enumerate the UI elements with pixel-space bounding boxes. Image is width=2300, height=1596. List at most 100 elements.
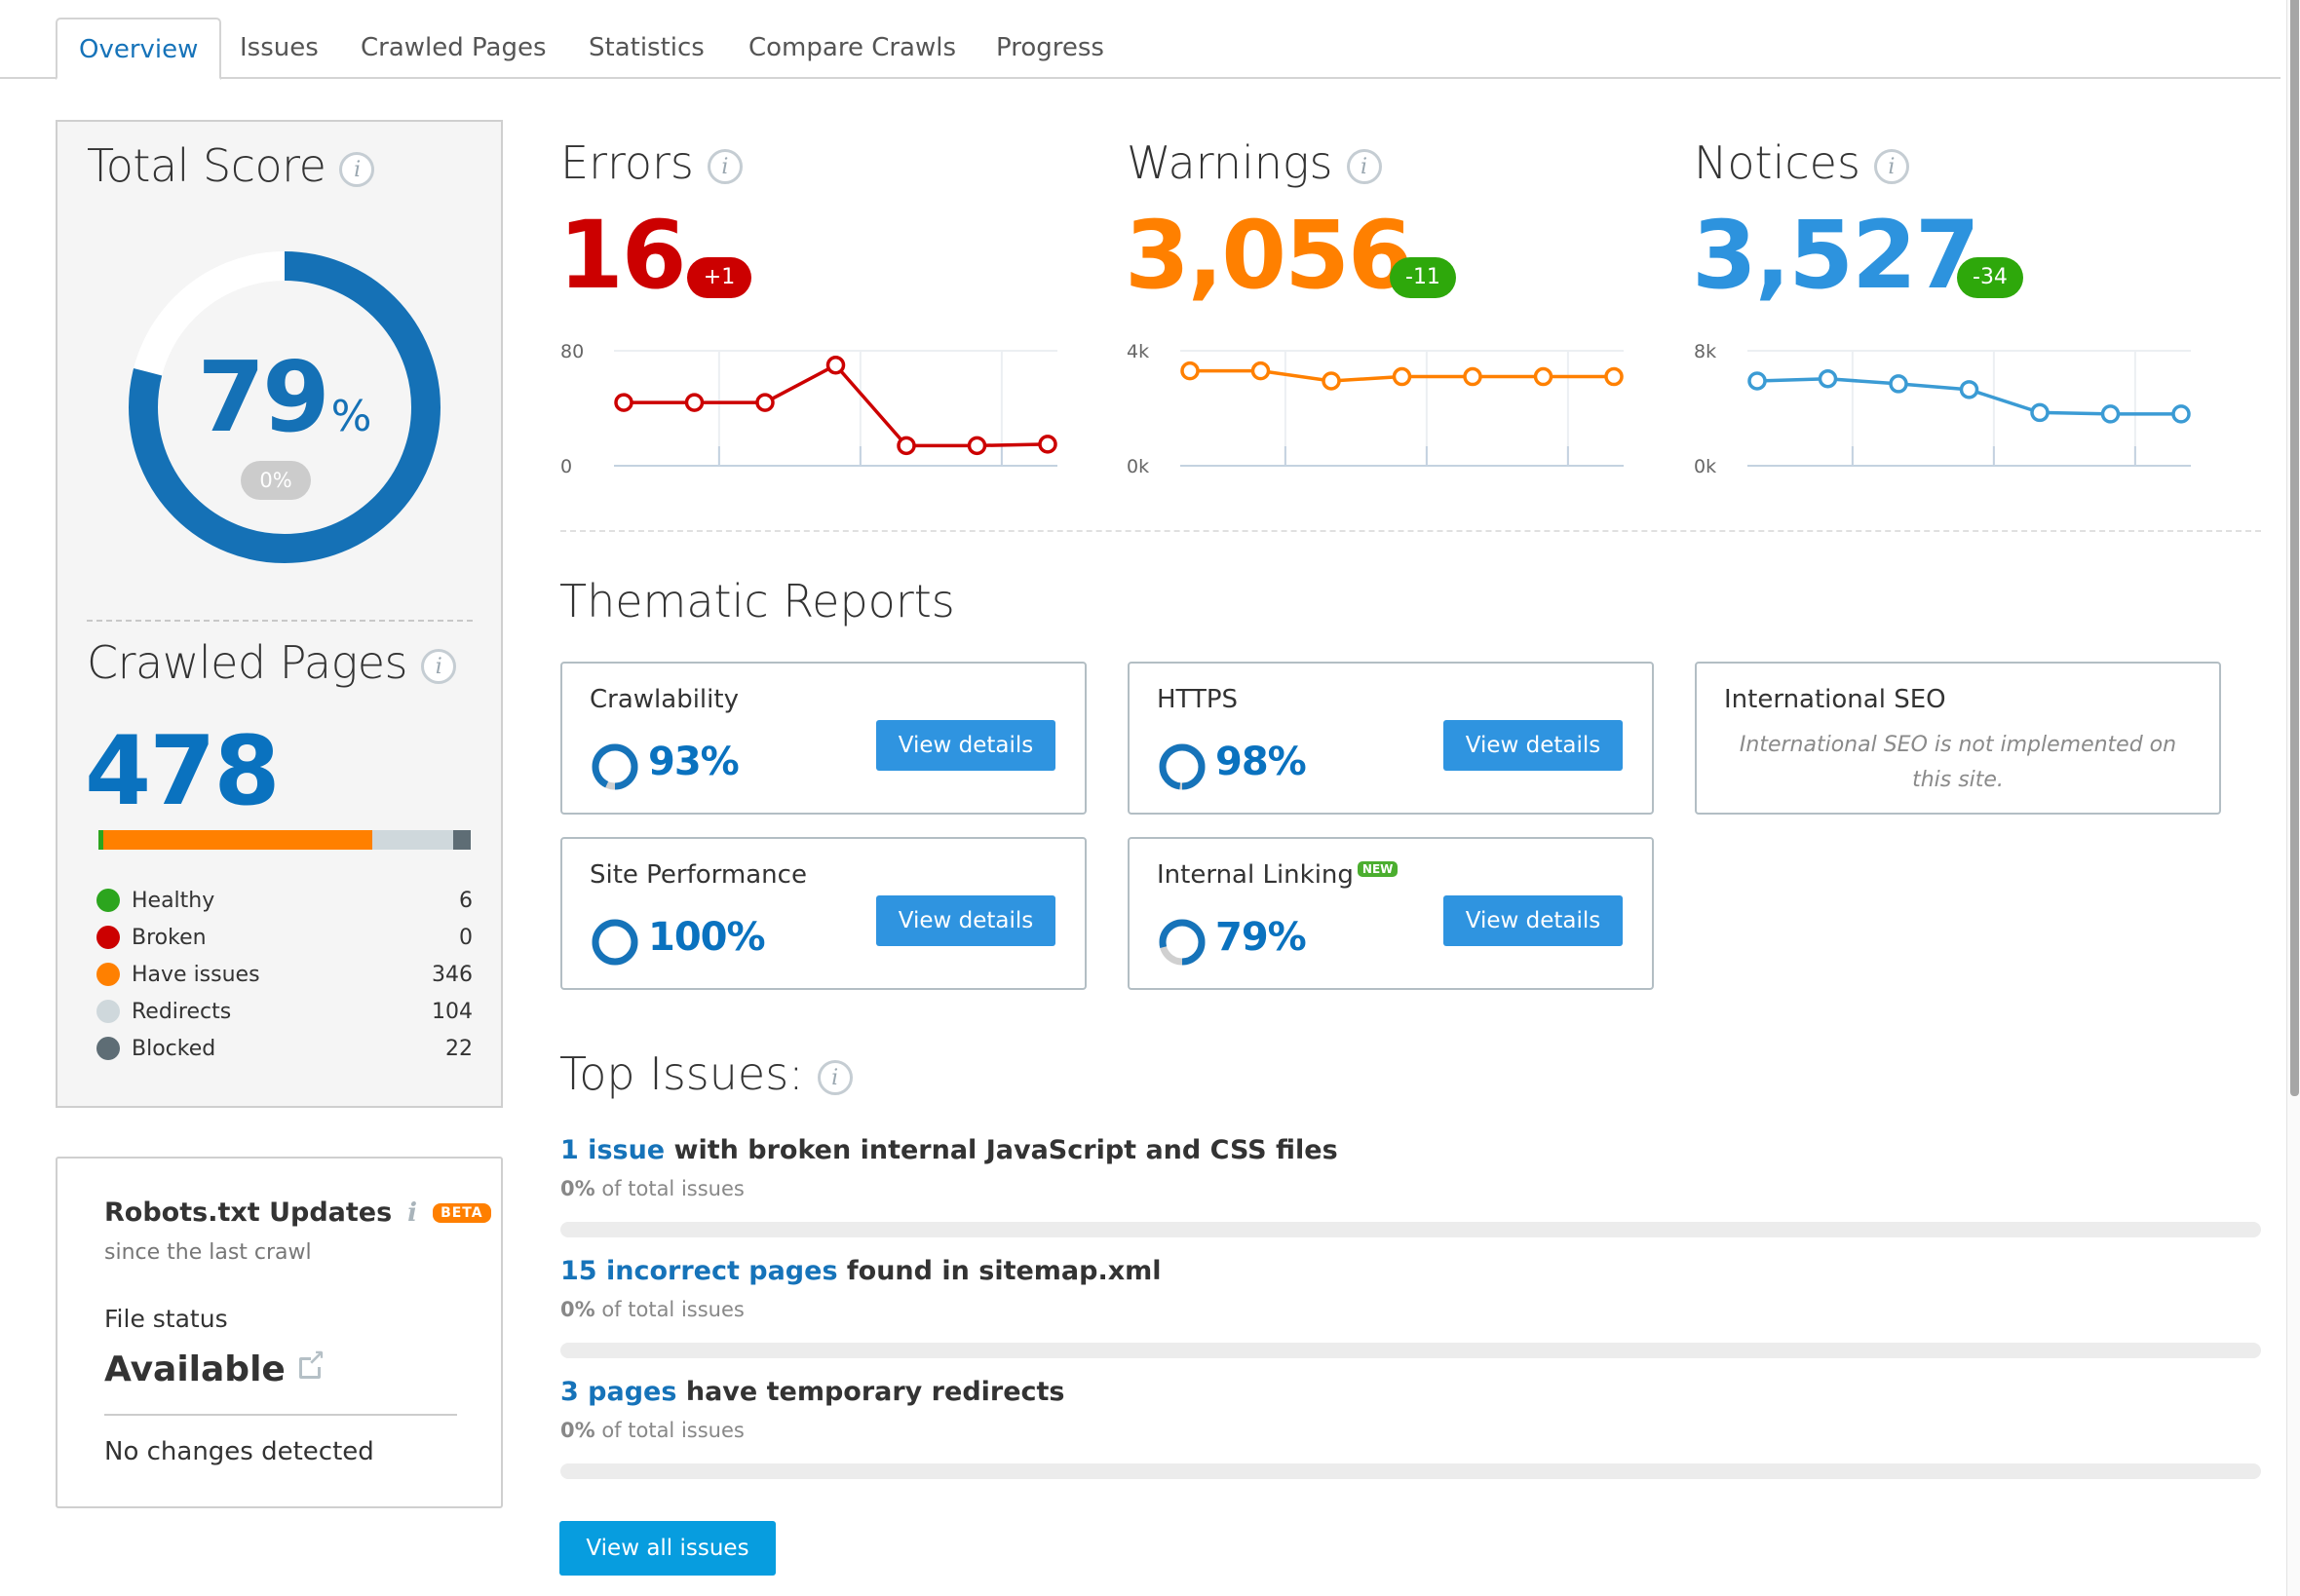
metric-title: Warnings i (1127, 136, 1382, 189)
issue-description: have temporary redirects (676, 1377, 1065, 1407)
issue-share-value: 0% (560, 1298, 595, 1321)
data-point[interactable] (1818, 369, 1838, 389)
data-point[interactable] (1959, 380, 1979, 399)
info-icon[interactable]: i (339, 151, 375, 187)
legend-item[interactable]: Blocked 22 (96, 1030, 473, 1067)
issue-link[interactable]: 1 issue (560, 1135, 665, 1165)
external-link-icon[interactable] (298, 1347, 326, 1379)
metric-title: Errors i (560, 136, 743, 189)
view-details-button[interactable]: View details (876, 720, 1055, 771)
data-point[interactable] (1463, 366, 1482, 387)
data-point[interactable] (967, 436, 987, 456)
data-point[interactable] (1604, 366, 1624, 387)
legend-dot-icon (96, 1037, 120, 1060)
data-point[interactable] (614, 393, 633, 412)
legend-value: 22 (445, 1036, 473, 1061)
thematic-card-https: HTTPS 98% View details (1128, 662, 1654, 815)
info-icon[interactable]: i (1873, 148, 1909, 184)
tab-overview[interactable]: Overview (56, 18, 222, 80)
data-point[interactable] (2171, 404, 2191, 424)
data-point[interactable] (1533, 366, 1553, 387)
thematic-reports-title: Thematic Reports (559, 575, 955, 627)
top-issues-title: Top Issues: i (559, 1047, 853, 1100)
data-point[interactable] (684, 393, 705, 412)
data-point[interactable] (2100, 404, 2121, 424)
tab-statistics[interactable]: Statistics (567, 18, 726, 79)
info-icon[interactable]: i (420, 648, 456, 684)
bar-segment-blocked[interactable] (453, 830, 471, 850)
scrollbar[interactable] (2286, 0, 2300, 1596)
issue-share: 0% of total issues (560, 1177, 2261, 1200)
warnings-chart: 4k 0k (1127, 341, 1624, 477)
legend-item[interactable]: Redirects 104 (96, 993, 473, 1030)
legend-item[interactable]: Have issues 346 (96, 956, 473, 993)
divider (560, 530, 2261, 532)
notices-value[interactable]: 3,527 (1692, 201, 1980, 310)
legend-value: 346 (432, 962, 473, 987)
info-icon[interactable]: i (1346, 148, 1382, 184)
data-point[interactable] (825, 356, 846, 375)
crawled-pages-count[interactable]: 478 (85, 716, 281, 827)
new-badge: NEW (1357, 861, 1399, 877)
issue-text: 1 issue with broken internal JavaScript … (560, 1135, 2261, 1165)
info-icon[interactable]: i (407, 1198, 417, 1228)
view-all-issues-button[interactable]: View all issues (559, 1521, 776, 1576)
issue-description: found in sitemap.xml (837, 1256, 1162, 1286)
legend-item[interactable]: Healthy 6 (96, 882, 473, 919)
errors-value[interactable]: 16 (558, 201, 687, 310)
issue-link[interactable]: 15 incorrect pages (560, 1256, 838, 1286)
issue-progress-bar (560, 1463, 2261, 1479)
view-details-button[interactable]: View details (1443, 895, 1623, 946)
view-details-button[interactable]: View details (1443, 720, 1623, 771)
legend-label: Blocked (132, 1036, 216, 1061)
tab-crawled-pages[interactable]: Crawled Pages (339, 18, 568, 79)
data-point[interactable] (1747, 371, 1767, 391)
data-point[interactable] (2030, 402, 2050, 423)
legend-value: 0 (459, 925, 473, 950)
issue-text: 15 incorrect pages found in sitemap.xml (560, 1256, 2261, 1286)
crawled-pages-bar (98, 830, 471, 850)
data-point[interactable] (1180, 361, 1200, 381)
legend-value: 6 (459, 888, 473, 913)
tab-issues[interactable]: Issues (218, 18, 340, 79)
card-note: International SEO is not implemented on … (1739, 733, 2177, 792)
card-percent: 98% (1215, 740, 1307, 784)
bar-segment-have-issues[interactable] (102, 830, 373, 850)
issue-link[interactable]: 3 pages (560, 1377, 676, 1407)
errors-metric: Errors i 16 +1 80 0 (558, 136, 1087, 487)
y-tick-label: 0k (1694, 456, 1716, 477)
thematic-card-site-performance: Site Performance 100% View details (560, 837, 1087, 990)
legend-dot-icon (96, 926, 120, 949)
warnings-value[interactable]: 3,056 (1125, 201, 1413, 310)
data-point[interactable] (755, 393, 775, 412)
issue-item: 3 pages have temporary redirects 0% of t… (560, 1377, 2261, 1479)
issue-share: 0% of total issues (560, 1419, 2261, 1442)
total-score-donut: 79% 0% (124, 247, 445, 568)
robots-subtitle: since the last crawl (104, 1240, 312, 1265)
scrollbar-thumb[interactable] (2290, 0, 2299, 1096)
warnings-metric: Warnings i 3,056 -11 4k 0k (1125, 136, 1653, 487)
info-icon[interactable]: i (817, 1059, 853, 1095)
card-title: Site Performance (590, 860, 807, 890)
legend-label: Have issues (132, 962, 260, 987)
view-details-button[interactable]: View details (876, 895, 1055, 946)
divider (87, 620, 473, 622)
issue-share-label: of total issues (594, 1177, 745, 1200)
info-icon[interactable]: i (707, 148, 743, 184)
data-point[interactable] (1889, 374, 1908, 394)
card-title: International SEO (1724, 685, 1946, 714)
crawled-pages-title: Crawled Pages i (87, 636, 456, 689)
data-point[interactable] (1392, 366, 1412, 387)
legend-item[interactable]: Broken 0 (96, 919, 473, 956)
tab-progress[interactable]: Progress (975, 18, 1126, 79)
metric-title: Notices i (1694, 136, 1909, 189)
data-point[interactable] (897, 436, 916, 456)
data-point[interactable] (1322, 371, 1341, 391)
legend-label: Healthy (132, 888, 215, 913)
issue-share: 0% of total issues (560, 1298, 2261, 1321)
bar-segment-redirects[interactable] (372, 830, 454, 850)
data-point[interactable] (1038, 435, 1057, 454)
data-point[interactable] (1250, 361, 1271, 381)
legend-label: Broken (132, 925, 207, 950)
tab-compare-crawls[interactable]: Compare Crawls (727, 18, 978, 79)
